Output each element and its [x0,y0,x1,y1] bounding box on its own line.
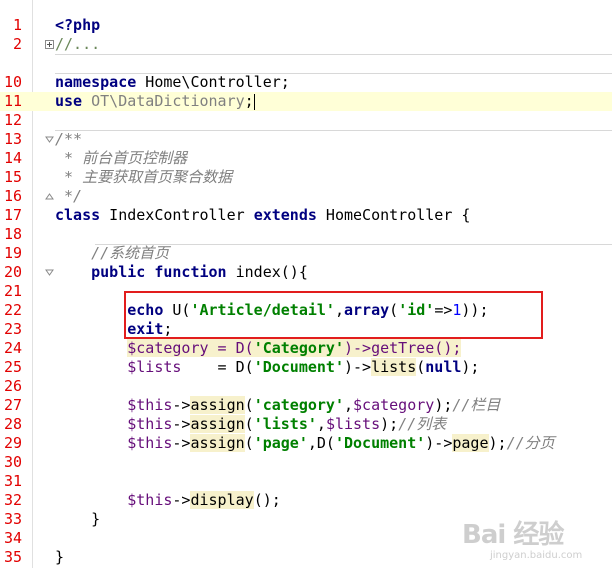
code-line[interactable]: 30 [0,453,612,472]
code-line[interactable]: 25 $lists = D('Document')->lists(null); [0,358,612,377]
line-number: 24 [3,339,22,357]
line-number: 23 [3,320,22,338]
watermark-url: jingyan.baidu.com [490,550,583,561]
code-line[interactable]: 2 //... [0,35,612,54]
line-number: 16 [3,187,22,205]
line-number: 29 [3,434,22,452]
text-caret [253,93,255,110]
line-number: 25 [3,358,22,376]
code-line[interactable]: 10 namespace Home\Controller; [0,73,612,92]
line-code: $category = D('Category')->getTree(); [127,339,462,357]
fold-collapse-icon[interactable] [45,268,54,277]
line-number: 27 [3,396,22,414]
line-code: $this->assign('lists',$lists);//列表 [127,415,447,433]
code-line[interactable]: 12 [0,111,612,130]
line-number: 28 [3,415,22,433]
line-code: * 前台首页控制器 [55,149,188,167]
code-line-current[interactable]: 11 use OT\DataDictionary; [0,92,612,111]
line-code: */ [55,187,83,205]
code-line[interactable]: 13 /** [0,130,612,149]
line-code: $this->assign('page',D('Document')->page… [127,434,555,452]
line-number: 32 [3,491,22,509]
line-number: 30 [3,453,22,471]
line-number: 17 [3,206,22,224]
watermark-logo: Bai 经验 [462,520,564,550]
code-line[interactable]: 24 $category = D('Category')->getTree(); [0,339,612,358]
fold-end-icon[interactable] [45,192,54,201]
line-number: 15 [3,168,22,186]
line-code: * 主要获取首页聚合数据 [55,168,233,186]
line-number: 31 [3,472,22,490]
line-code: $this->display(); [127,491,281,509]
line-number: 26 [3,377,22,395]
line-code: use OT\DataDictionary; [55,92,255,110]
line-code: } [55,548,65,566]
line-number: 22 [3,301,22,319]
code-line[interactable]: 15 * 主要获取首页聚合数据 [0,168,612,187]
code-line[interactable]: 18 [0,225,612,244]
watermark: Bai 经验 jingyan.baidu.com [462,514,602,564]
code-line[interactable]: 27 $this->assign('category',$category);/… [0,396,612,415]
code-line[interactable]: 16 */ [0,187,612,206]
line-number: 12 [3,111,22,129]
fold-expand-icon[interactable] [45,40,54,49]
line-code: $lists = D('Document')->lists(null); [127,358,480,376]
line-number: 18 [3,225,22,243]
highlight-annotation-box [124,291,543,339]
line-number: 33 [3,510,22,528]
line-number: 19 [3,244,22,262]
code-line[interactable]: 17 class IndexController extends HomeCon… [0,206,612,225]
line-number: 34 [3,529,22,547]
line-number: 14 [3,149,22,167]
line-code: } [55,510,101,528]
line-code: public function index(){ [91,263,308,281]
line-number: 2 [12,35,22,53]
code-line[interactable]: 31 [0,472,612,491]
line-code: namespace Home\Controller; [55,73,290,91]
line-number: 11 [3,92,22,110]
code-line[interactable]: 1 <?php [0,16,612,35]
line-number: 21 [3,282,22,300]
line-code: //系统首页 [55,244,170,262]
line-code: class IndexController extends HomeContro… [55,206,471,224]
line-code: <?php [55,16,101,34]
line-number: 20 [3,263,22,281]
line-number: 35 [3,548,22,566]
line-code: /** [55,130,83,148]
code-line[interactable]: 14 * 前台首页控制器 [0,149,612,168]
section-divider [55,54,612,55]
code-line[interactable]: 20 public function index(){ [0,263,612,282]
code-line[interactable]: 32 $this->display(); [0,491,612,510]
code-line[interactable]: 28 $this->assign('lists',$lists);//列表 [0,415,612,434]
code-editor[interactable]: 1 <?php 2 //... 10 namespace Home\Contro… [0,0,612,568]
line-code: $this->assign('category',$category);//栏目 [127,396,501,414]
fold-collapse-icon[interactable] [45,135,54,144]
line-number: 10 [3,73,22,91]
code-line[interactable]: 29 $this->assign('page',D('Document')->p… [0,434,612,453]
line-code: //... [55,35,101,53]
line-number: 13 [3,130,22,148]
code-line[interactable]: 19 //系统首页 [0,244,612,263]
code-line[interactable]: 26 [0,377,612,396]
line-number: 1 [12,16,22,34]
